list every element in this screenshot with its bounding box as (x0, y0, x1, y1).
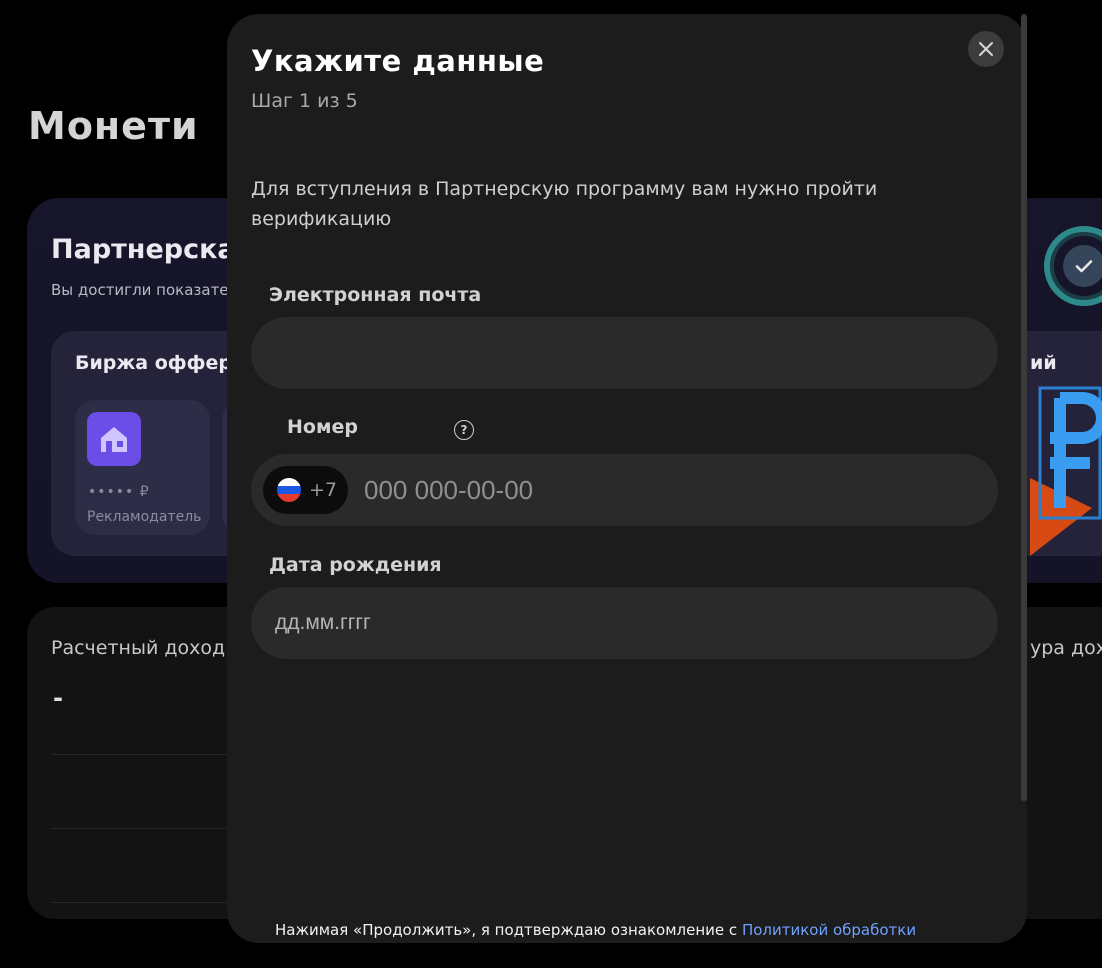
phone-input[interactable] (348, 454, 998, 526)
dial-code: +7 (309, 479, 338, 501)
privacy-policy-link[interactable]: Политикой обработки (742, 921, 916, 939)
birthdate-input[interactable] (251, 587, 998, 659)
divider (51, 754, 231, 755)
page-title: Монети (28, 104, 199, 148)
close-button[interactable] (968, 31, 1004, 67)
help-icon[interactable]: ? (454, 420, 474, 440)
divider (51, 828, 231, 829)
partner-card-title: Партнерска (51, 234, 236, 265)
email-input[interactable] (251, 317, 998, 389)
consent-text-body: Нажимая «Продолжить», я подтверждаю озна… (275, 921, 738, 939)
income-structure-title: ура дохо (1030, 637, 1102, 659)
step-indicator: Шаг 1 из 5 (251, 90, 358, 112)
advertiser-amount: ••••• ₽ (88, 484, 150, 500)
email-field-wrapper (251, 317, 998, 389)
birthdate-label: Дата рождения (269, 554, 442, 576)
email-label: Электронная почта (269, 284, 482, 306)
modal-title: Укажите данные (251, 44, 545, 78)
russia-flag-icon (277, 478, 301, 502)
birthdate-field-wrapper (251, 587, 998, 659)
country-code-selector[interactable]: +7 (263, 466, 348, 514)
page: Монети Партнерска Вы достигли показате Б… (0, 0, 1102, 968)
advertiser-house-icon (87, 412, 141, 466)
phone-label: Номер (287, 416, 358, 438)
partner-card-subtitle: Вы достигли показате (51, 281, 229, 299)
ruble-promo-illustration (1020, 378, 1102, 558)
income-value: - (53, 684, 63, 712)
offer-exchange-title: Биржа офферо (75, 352, 246, 374)
divider (51, 902, 231, 903)
modal-scrollbar[interactable] (1021, 14, 1027, 801)
phone-field-wrapper: +7 (251, 454, 998, 526)
income-title: Расчетный доход (51, 637, 226, 659)
advertiser-label: Рекламодатель (87, 509, 202, 525)
consent-text: Нажимая «Продолжить», я подтверждаю озна… (275, 921, 916, 939)
verification-modal: Укажите данные Шаг 1 из 5 Для вступления… (227, 14, 1027, 943)
modal-description: Для вступления в Партнерскую программу в… (251, 178, 878, 230)
right-card-title: ий (1030, 352, 1057, 374)
close-icon (979, 42, 993, 56)
